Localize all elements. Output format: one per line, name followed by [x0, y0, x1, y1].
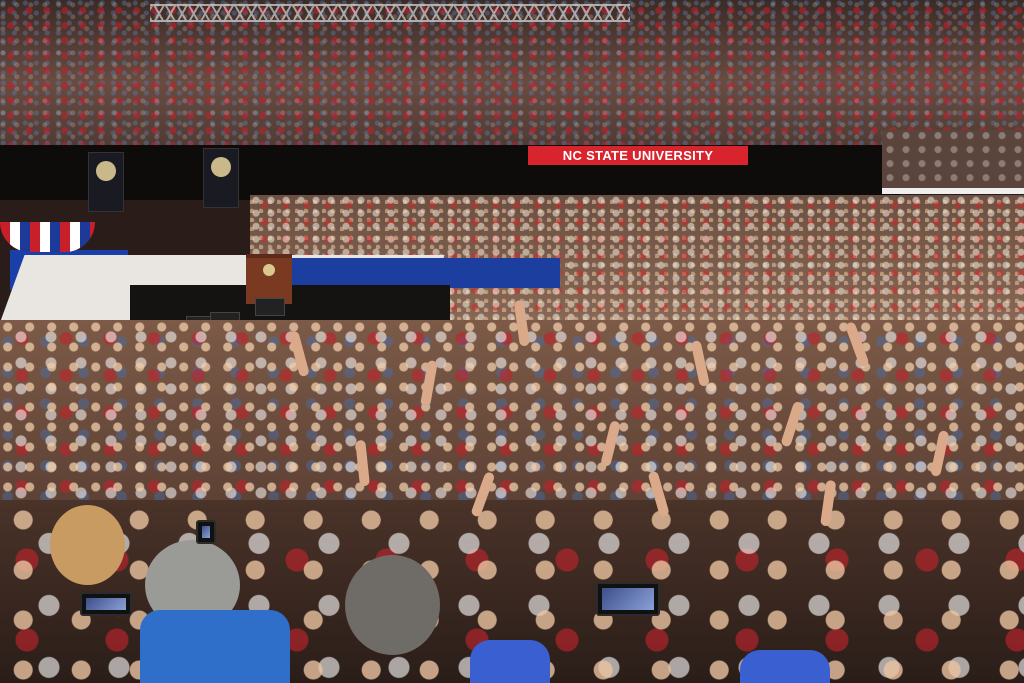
stage-monitor [255, 298, 285, 316]
crowd-floor-section [0, 320, 1024, 520]
upper-stands-crowd [0, 0, 1024, 150]
podium-seal-icon [263, 264, 275, 276]
spectator-sleeve [470, 640, 550, 683]
phone-camera [196, 520, 216, 544]
lighting-truss [150, 4, 630, 22]
balcony-right-section [882, 130, 1024, 194]
patriotic-bunting [0, 222, 95, 252]
seal-icon [211, 157, 231, 177]
hanging-banner-right [203, 148, 239, 208]
blue-riser [260, 258, 560, 288]
arena-photo: NC STATE UNIVERSITY [0, 0, 1024, 683]
spectator-head [345, 555, 440, 655]
spectator-sleeve [740, 650, 830, 683]
nc-state-banner: NC STATE UNIVERSITY [528, 146, 748, 165]
balcony-wall [0, 145, 900, 200]
spectator-shirt [140, 610, 290, 683]
phone-camera [80, 592, 132, 616]
hanging-banner-left [88, 152, 124, 212]
spectator-head [50, 505, 125, 585]
podium [246, 254, 292, 304]
seal-icon [96, 161, 116, 181]
phone-camera [596, 582, 660, 616]
